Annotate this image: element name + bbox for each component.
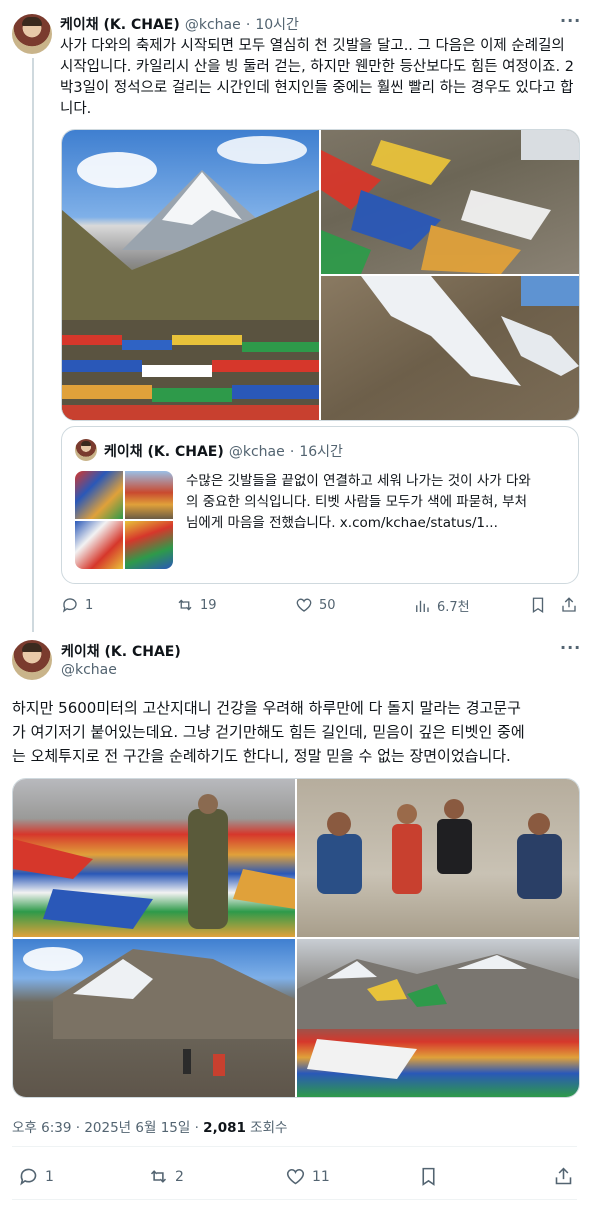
post-time[interactable]: 10시간 [255,17,299,33]
pilgrim-illustration [13,794,295,929]
more-icon[interactable]: ··· [560,11,581,30]
like-count: 11 [312,1168,330,1185]
more-icon[interactable]: ··· [560,638,581,657]
repost-count: 19 [200,597,217,613]
author-name[interactable]: 케이채 (K. CHAE) [61,641,181,661]
views-icon [416,600,429,612]
author-name[interactable]: 케이채 (K. CHAE) [60,17,180,33]
image-tibetan-family-sitting[interactable] [297,779,579,937]
like-icon [296,598,312,612]
avatar[interactable] [12,640,52,680]
quoted-tweet[interactable]: 케이채 (K. CHAE) @kchae · 16시간 수많은 깃발들을 끝없이… [61,426,579,584]
timestamp-text[interactable]: 오후 6:39 · 2025년 6월 15일 · [12,1120,203,1136]
quote-thumb-1 [75,471,123,519]
share-icon [555,1167,572,1185]
repost-icon [178,599,192,611]
separator: · [289,444,295,460]
reply-button[interactable]: 1 [61,596,93,614]
thread-line [32,58,34,632]
tweet-text: 하지만 5600미터의 고산지대니 건강을 우려해 하루만에 다 돌지 말라는 … [12,699,525,765]
like-icon [286,1168,305,1185]
image-pilgrim-among-prayer-flags[interactable] [13,779,295,937]
like-button[interactable]: 50 [295,596,336,614]
quote-time: 16시간 [299,444,343,460]
flags-field-illustration [297,954,579,1079]
image-rocky-mountain-hikers[interactable] [13,939,295,1097]
share-button[interactable] [553,1166,574,1187]
quote-author-name: 케이채 (K. CHAE) [104,444,224,460]
media-grid [61,129,580,421]
share-icon [562,597,576,612]
author-handle[interactable]: @kchae [185,17,241,33]
flags-illustration [321,130,579,274]
reply-icon [20,1168,37,1186]
separator: · [245,17,251,33]
repost-button[interactable]: 19 [176,596,217,614]
like-count: 50 [319,597,336,613]
post-timestamp[interactable]: 오후 6:39 · 2025년 6월 15일 · 2,081 조회수 [12,1116,287,1136]
reply-button[interactable]: 1 [18,1166,54,1187]
like-button[interactable]: 11 [285,1166,330,1187]
avatar[interactable] [12,14,52,54]
tweet-header: 케이채 (K. CHAE) @kchae · 10시간 [60,14,299,34]
image-snow-peak-mountain[interactable] [62,130,319,420]
author-handle[interactable]: @kchae [61,662,117,678]
quote-header: 케이채 (K. CHAE) @kchae · 16시간 [104,441,343,461]
mountain-illustration [62,136,319,420]
quote-thumb-3 [75,521,123,569]
divider [12,1199,577,1200]
quote-thumb-2 [125,471,173,519]
reply-count: 1 [85,597,94,613]
image-prayer-flags-field-mountains[interactable] [297,939,579,1097]
quote-thumbnail-grid [75,471,173,569]
repost-count: 2 [175,1168,184,1185]
views-count: 6.7천 [437,600,470,615]
reply-icon [62,598,77,613]
repost-button[interactable]: 2 [148,1166,184,1187]
share-button[interactable] [560,596,578,614]
bookmark-icon [532,597,544,614]
reply-count: 1 [45,1168,54,1185]
media-grid [12,778,580,1098]
quote-text: 수많은 깃발들을 끝없이 연결하고 세워 나가는 것이 사가 다와 의 중요한 … [186,473,531,531]
slope-illustration [361,276,579,386]
image-snowy-rocky-slope[interactable] [321,276,579,420]
repost-icon [150,1170,167,1183]
view-count: 2,081 [203,1120,246,1136]
family-illustration [317,799,562,899]
quote-avatar [75,439,97,461]
rocky-illustration [23,947,295,1076]
bookmark-button[interactable] [529,596,547,614]
tweet-text: 사가 다와의 축제가 시작되면 모두 열심히 천 깃발을 달고.. 그 다음은 … [60,38,574,117]
bookmark-button[interactable] [418,1166,439,1187]
quote-author-handle: @kchae [228,444,285,460]
bookmark-icon [422,1167,435,1186]
quote-thumb-4 [125,521,173,569]
image-prayer-flags-on-slope[interactable] [321,130,579,274]
views-button[interactable]: 6.7천 [413,596,470,615]
divider [12,1146,577,1147]
view-count-label: 조회수 [245,1120,288,1136]
